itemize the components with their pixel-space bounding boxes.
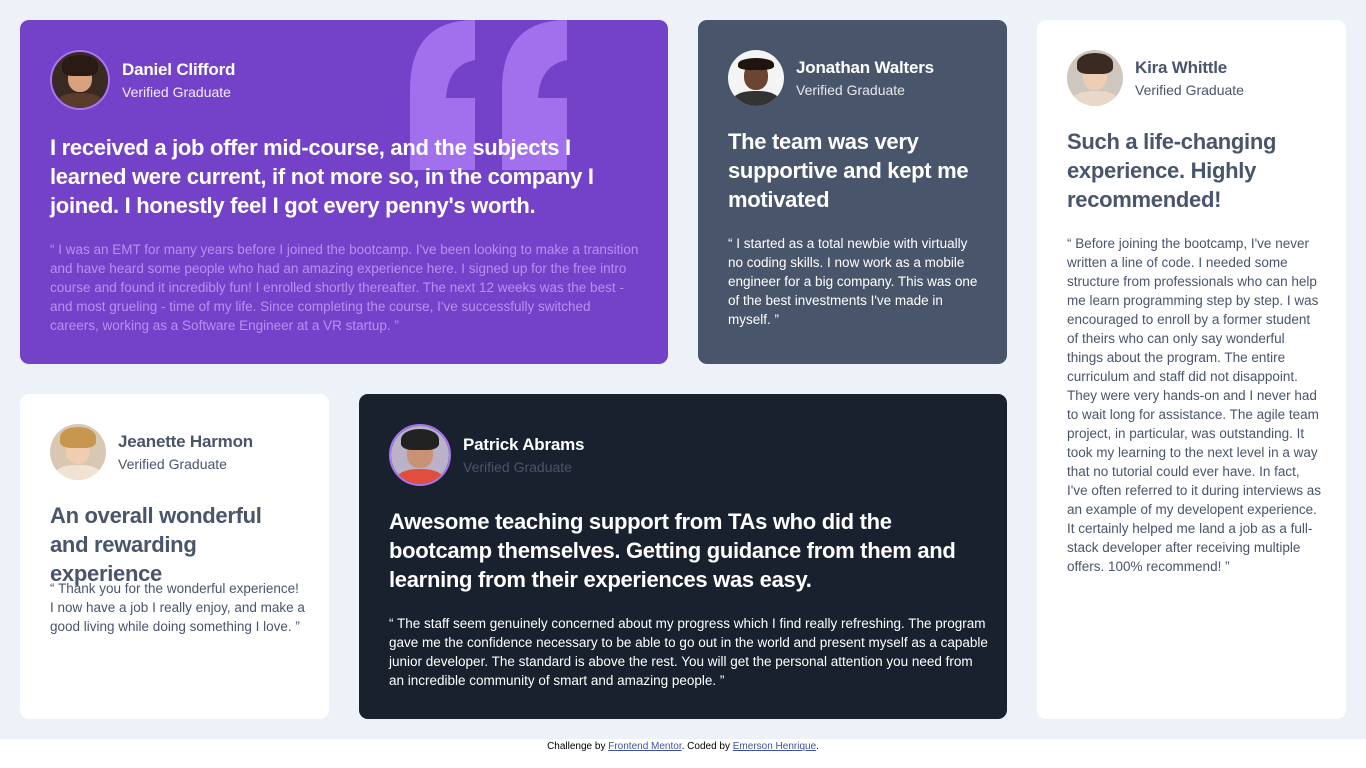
author-role: Verified Graduate <box>122 83 231 100</box>
testimonial-card-kira: Kira Whittle Verified Graduate Such a li… <box>1037 20 1346 719</box>
footer-suffix: . <box>816 741 819 752</box>
avatar <box>50 50 110 110</box>
testimonial-card-daniel: Daniel Clifford Verified Graduate I rece… <box>20 20 668 364</box>
avatar <box>389 424 451 486</box>
author-role: Verified Graduate <box>796 81 905 98</box>
author-header: Jonathan Walters Verified Graduate <box>728 50 934 106</box>
author-name: Daniel Clifford <box>122 59 236 79</box>
author-name: Patrick Abrams <box>463 434 585 454</box>
testimonial-body: “ I started as a total newbie with virtu… <box>728 236 978 327</box>
author-header: Jeanette Harmon Verified Graduate <box>50 424 253 480</box>
testimonial-body: “ I was an EMT for many years before I j… <box>50 242 639 333</box>
author-name: Kira Whittle <box>1135 57 1228 77</box>
footer-prefix: Challenge by <box>547 741 609 752</box>
author-header: Daniel Clifford Verified Graduate <box>50 50 235 110</box>
author-name: Jeanette Harmon <box>118 431 253 451</box>
testimonial-body: “ Thank you for the wonderful experience… <box>50 581 305 634</box>
testimonial-body: “ The staff seem genuinely concerned abo… <box>389 616 988 688</box>
author-role: Verified Graduate <box>463 458 572 475</box>
testimonial-summary: Such a life-changing experience. Highly … <box>1067 129 1277 212</box>
testimonial-summary: I received a job offer mid-course, and t… <box>50 135 594 218</box>
author-role: Verified Graduate <box>118 455 227 472</box>
author-header: Patrick Abrams Verified Graduate <box>389 424 584 486</box>
attribution-footer: Challenge by Frontend Mentor. Coded by E… <box>0 739 1366 768</box>
author-header: Kira Whittle Verified Graduate <box>1067 50 1244 106</box>
author-link[interactable]: Emerson Henrique <box>733 741 816 752</box>
author-role: Verified Graduate <box>1135 81 1244 98</box>
author-name: Jonathan Walters <box>796 57 934 77</box>
testimonial-summary: The team was very supportive and kept me… <box>728 129 969 212</box>
frontend-mentor-link[interactable]: Frontend Mentor <box>608 741 681 752</box>
testimonial-summary: An overall wonderful and rewarding exper… <box>50 503 262 586</box>
testimonial-card-jonathan: Jonathan Walters Verified Graduate The t… <box>698 20 1007 364</box>
testimonial-body: “ Before joining the bootcamp, I've neve… <box>1067 236 1321 574</box>
avatar <box>1067 50 1123 106</box>
testimonials-grid: Daniel Clifford Verified Graduate I rece… <box>0 0 1366 739</box>
avatar <box>50 424 106 480</box>
testimonial-card-patrick: Patrick Abrams Verified Graduate Awesome… <box>359 394 1007 719</box>
footer-middle: . Coded by <box>681 741 733 752</box>
testimonial-card-jeanette: Jeanette Harmon Verified Graduate An ove… <box>20 394 329 719</box>
avatar <box>728 50 784 106</box>
testimonial-summary: Awesome teaching support from TAs who di… <box>389 509 956 592</box>
